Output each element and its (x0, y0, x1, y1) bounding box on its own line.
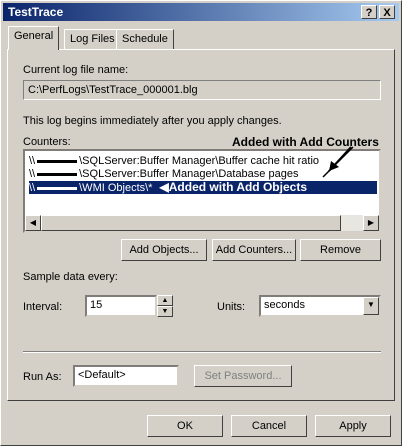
redacted-machine-name (37, 159, 78, 163)
list-item[interactable]: \\ \SQLServer:Buffer Manager\Buffer cache… (29, 155, 319, 168)
current-log-label: Current log file name: (23, 64, 129, 76)
close-button[interactable]: X (379, 5, 395, 19)
tab-general[interactable]: General (8, 26, 60, 50)
title-bar: TestTrace ? X (3, 3, 399, 21)
dialog-window: TestTrace ? X General Log Files Schedule… (0, 0, 402, 446)
separator (23, 351, 381, 353)
units-select[interactable]: seconds ▼ (259, 295, 381, 317)
redacted-machine-name (37, 172, 78, 176)
annotation-add-objects: ◀Added with Add Objects (159, 180, 307, 194)
tab-log-files[interactable]: Log Files (64, 29, 121, 49)
add-objects-button[interactable]: Add Objects... (121, 239, 207, 261)
help-button[interactable]: ? (361, 5, 377, 19)
counter-prefix: \\ (29, 168, 36, 180)
current-log-field: C:\PerfLogs\TestTrace_000001.blg (23, 80, 381, 100)
add-counters-button[interactable]: Add Counters... (212, 239, 296, 261)
counter-path: \SQLServer:Buffer Manager\Database pages (79, 168, 299, 180)
scroll-right-arrow-icon[interactable]: ▶ (363, 215, 379, 231)
ok-button[interactable]: OK (147, 415, 223, 437)
units-value: seconds (264, 299, 305, 311)
run-as-label: Run As: (23, 371, 62, 383)
sample-label: Sample data every: (23, 271, 118, 283)
interval-label: Interval: (23, 301, 63, 313)
redacted-machine-name (37, 186, 78, 190)
counter-prefix: \\ (29, 155, 36, 167)
annotation-arrows (322, 146, 354, 178)
interval-input[interactable]: 15 (85, 295, 157, 317)
info-text: This log begins immediately after you ap… (23, 115, 282, 127)
set-password-button[interactable]: Set Password... (194, 365, 292, 387)
tab-schedule[interactable]: Schedule (116, 29, 174, 49)
horizontal-scrollbar[interactable]: ◀ ▶ (25, 215, 379, 231)
dropdown-arrow-icon[interactable]: ▼ (363, 297, 379, 315)
counter-path: \SQLServer:Buffer Manager\Buffer cache h… (79, 155, 320, 167)
units-label: Units: (217, 301, 246, 313)
scroll-thumb[interactable] (41, 215, 341, 231)
counter-path: \WMI Objects\* (79, 182, 153, 194)
run-as-input[interactable]: <Default> (73, 365, 179, 387)
spin-up-icon[interactable]: ▲ (157, 295, 173, 306)
remove-button[interactable]: Remove (300, 239, 381, 261)
counters-label: Counters: (23, 136, 71, 148)
cancel-button[interactable]: Cancel (231, 415, 307, 437)
spin-down-icon[interactable]: ▼ (157, 306, 173, 317)
interval-spinner[interactable]: ▲ ▼ (157, 295, 173, 317)
apply-button[interactable]: Apply (315, 415, 391, 437)
scroll-left-arrow-icon[interactable]: ◀ (25, 215, 41, 231)
list-item-selected[interactable]: \\ \WMI Objects\* ◀Added with Add Objects (29, 181, 377, 194)
counter-prefix: \\ (29, 182, 36, 194)
window-title: TestTrace (8, 5, 64, 19)
